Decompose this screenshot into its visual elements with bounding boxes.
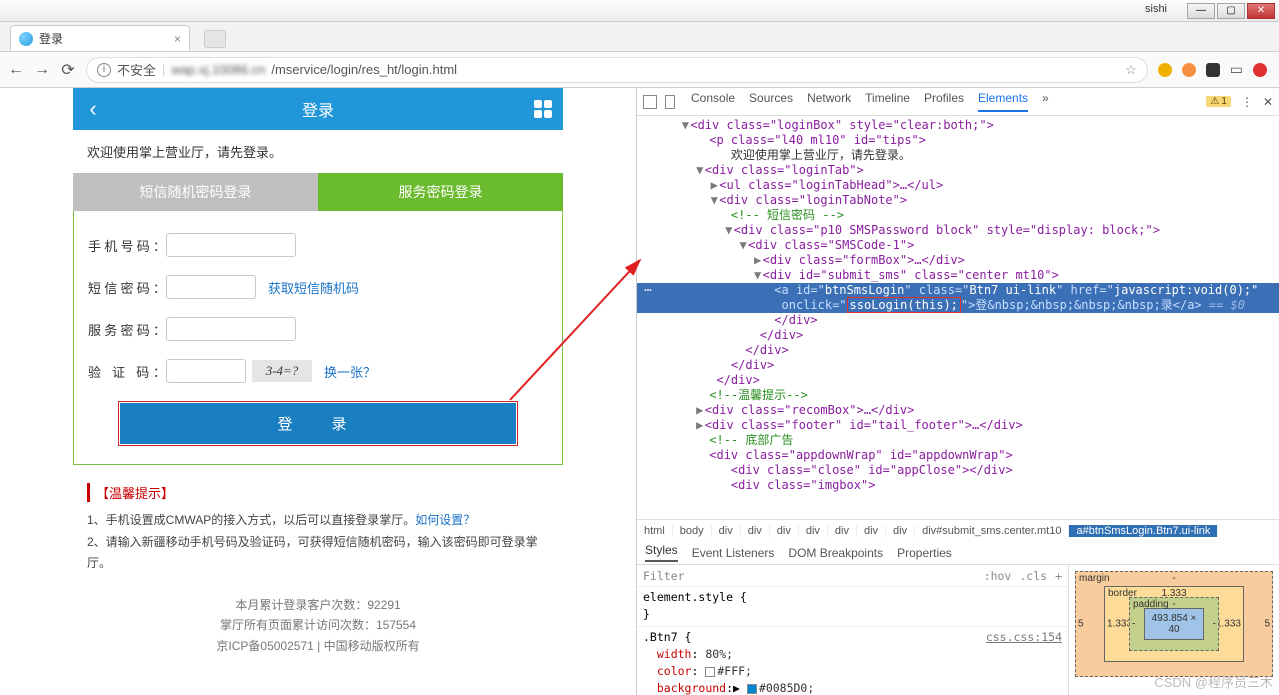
subtab-dombp[interactable]: DOM Breakpoints bbox=[788, 546, 883, 560]
window-minimize-button[interactable]: — bbox=[1187, 3, 1215, 19]
subtab-styles[interactable]: Styles bbox=[645, 543, 678, 562]
ext-icon[interactable] bbox=[1158, 63, 1172, 77]
tip-item: 2、请输入新疆移动手机号码及验证码，可获得短信随机密码，输入该密码即可登录掌厅。 bbox=[87, 532, 549, 575]
login-tabs: 短信随机密码登录 服务密码登录 bbox=[73, 173, 563, 211]
label-captcha: 验 证 码 bbox=[88, 362, 166, 381]
nav-reload-icon[interactable]: ⟳ bbox=[60, 62, 76, 78]
bookmark-icon[interactable]: ☆ bbox=[1125, 62, 1137, 78]
ext-icon[interactable] bbox=[1206, 63, 1220, 77]
devtools-close-icon[interactable]: ✕ bbox=[1263, 95, 1273, 109]
ext-icon[interactable] bbox=[1253, 63, 1267, 77]
nav-forward-icon[interactable]: → bbox=[34, 62, 50, 78]
get-sms-link[interactable]: 获取短信随机码 bbox=[268, 278, 359, 297]
how-to-link[interactable]: 如何设置？ bbox=[415, 513, 475, 527]
window-titlebar: sishi — ▢ ✕ bbox=[0, 0, 1279, 22]
phone-input[interactable] bbox=[166, 233, 296, 257]
inspect-icon[interactable] bbox=[643, 95, 657, 109]
browser-tab[interactable]: 登录 × bbox=[10, 25, 190, 51]
tips-title: 【温馨提示】 bbox=[87, 483, 549, 502]
tab-title: 登录 bbox=[39, 30, 63, 47]
back-icon[interactable]: ‹ bbox=[73, 96, 113, 122]
tab-close-icon[interactable]: × bbox=[174, 32, 181, 46]
styles-panel[interactable]: Filter :hov.cls+ element.style { } css.c… bbox=[637, 565, 1069, 695]
url-security: 不安全 bbox=[117, 60, 156, 79]
address-bar: ← → ⟳ i 不安全 | wap.xj.10086.cn/mservice/l… bbox=[0, 52, 1279, 88]
url-host: wap.xj.10086.cn bbox=[171, 62, 265, 77]
url-input[interactable]: i 不安全 | wap.xj.10086.cn/mservice/login/r… bbox=[86, 57, 1148, 83]
ext-icon[interactable] bbox=[1182, 63, 1196, 77]
captcha-image: 3-4=? bbox=[252, 360, 312, 382]
browser-tabstrip: 登录 × bbox=[0, 22, 1279, 52]
new-tab-button[interactable] bbox=[204, 30, 226, 48]
devtools-toolbar: Console Sources Network Timeline Profile… bbox=[637, 88, 1279, 116]
devtools-tab-sources[interactable]: Sources bbox=[749, 91, 793, 112]
label-phone: 手机号码 bbox=[88, 236, 166, 255]
filter-input[interactable]: Filter bbox=[643, 569, 685, 583]
window-maximize-button[interactable]: ▢ bbox=[1217, 3, 1245, 19]
label-service-pwd: 服务密码 bbox=[88, 320, 166, 339]
welcome-text: 欢迎使用掌上营业厅，请先登录。 bbox=[73, 130, 563, 173]
device-icon[interactable] bbox=[665, 95, 675, 109]
window-user: sishi bbox=[1145, 3, 1167, 15]
selected-dom-node[interactable]: ⋯ <a id="btnSmsLogin" class="Btn7 ui-lin… bbox=[637, 283, 1279, 313]
styles-tabs: Styles Event Listeners DOM Breakpoints P… bbox=[637, 541, 1279, 565]
tip-item: 1、手机设置成CMWAP的接入方式，以后可以直接登录掌厅。如何设置？ bbox=[87, 510, 549, 532]
login-button-highlight: 登 录 bbox=[118, 401, 518, 446]
window-close-button[interactable]: ✕ bbox=[1247, 3, 1275, 19]
url-path: /mservice/login/res_ht/login.html bbox=[271, 62, 457, 77]
tab-sms-login[interactable]: 短信随机密码登录 bbox=[73, 173, 318, 211]
favicon-icon bbox=[19, 32, 33, 46]
dom-tree[interactable]: ▼<div class="loginBox" style="clear:both… bbox=[637, 116, 1279, 519]
devtools-tab-elements[interactable]: Elements bbox=[978, 91, 1028, 112]
subtab-listeners[interactable]: Event Listeners bbox=[692, 546, 775, 560]
extensions: ▭ bbox=[1158, 61, 1271, 78]
devtools-tab-profiles[interactable]: Profiles bbox=[924, 91, 964, 112]
label-sms: 短信密码 bbox=[88, 278, 166, 297]
devtools-tab-more[interactable]: » bbox=[1042, 91, 1049, 112]
tips-section: 【温馨提示】 1、手机设置成CMWAP的接入方式，以后可以直接登录掌厅。如何设置… bbox=[73, 483, 563, 575]
devtools-tab-network[interactable]: Network bbox=[807, 91, 851, 112]
tab-pwd-login[interactable]: 服务密码登录 bbox=[318, 173, 563, 211]
sms-input[interactable] bbox=[166, 275, 256, 299]
devtools-menu-icon[interactable]: ⋮ bbox=[1241, 95, 1253, 109]
devtools-tab-console[interactable]: Console bbox=[691, 91, 735, 112]
refresh-captcha-link[interactable]: 换一张？ bbox=[324, 362, 376, 381]
service-pwd-input[interactable] bbox=[166, 317, 296, 341]
breadcrumb[interactable]: htmlbodydivdivdivdivdivdivdivdiv#submit_… bbox=[637, 519, 1279, 541]
page-title: 登录 bbox=[113, 97, 523, 121]
page-header: ‹ 登录 bbox=[73, 88, 563, 130]
ext-icon[interactable]: ▭ bbox=[1230, 61, 1243, 78]
login-form: 手机号码 短信密码 获取短信随机码 服务密码 验 证 码 3-4=? 换一张？ 登 录 bbox=[73, 211, 563, 465]
subtab-props[interactable]: Properties bbox=[897, 546, 952, 560]
devtools: Console Sources Network Timeline Profile… bbox=[636, 88, 1279, 695]
box-model: margin - 5 5 border 1.333 1.333 1.333 pa… bbox=[1069, 565, 1279, 695]
captcha-input[interactable] bbox=[166, 359, 246, 383]
menu-icon[interactable] bbox=[523, 100, 563, 118]
page-viewport: ‹ 登录 欢迎使用掌上营业厅，请先登录。 短信随机密码登录 服务密码登录 手机号… bbox=[0, 88, 636, 695]
nav-back-icon[interactable]: ← bbox=[8, 62, 24, 78]
site-info-icon[interactable]: i bbox=[97, 63, 111, 77]
page-footer: 本月累计登录客户次数：92291 掌厅所有页面累计访问次数：157554 京IC… bbox=[73, 595, 563, 656]
warning-badge[interactable]: ⚠1 bbox=[1206, 96, 1231, 107]
login-button[interactable]: 登 录 bbox=[120, 403, 516, 444]
onclick-highlight: ssoLogin(this); bbox=[847, 297, 961, 313]
devtools-tab-timeline[interactable]: Timeline bbox=[865, 91, 910, 112]
